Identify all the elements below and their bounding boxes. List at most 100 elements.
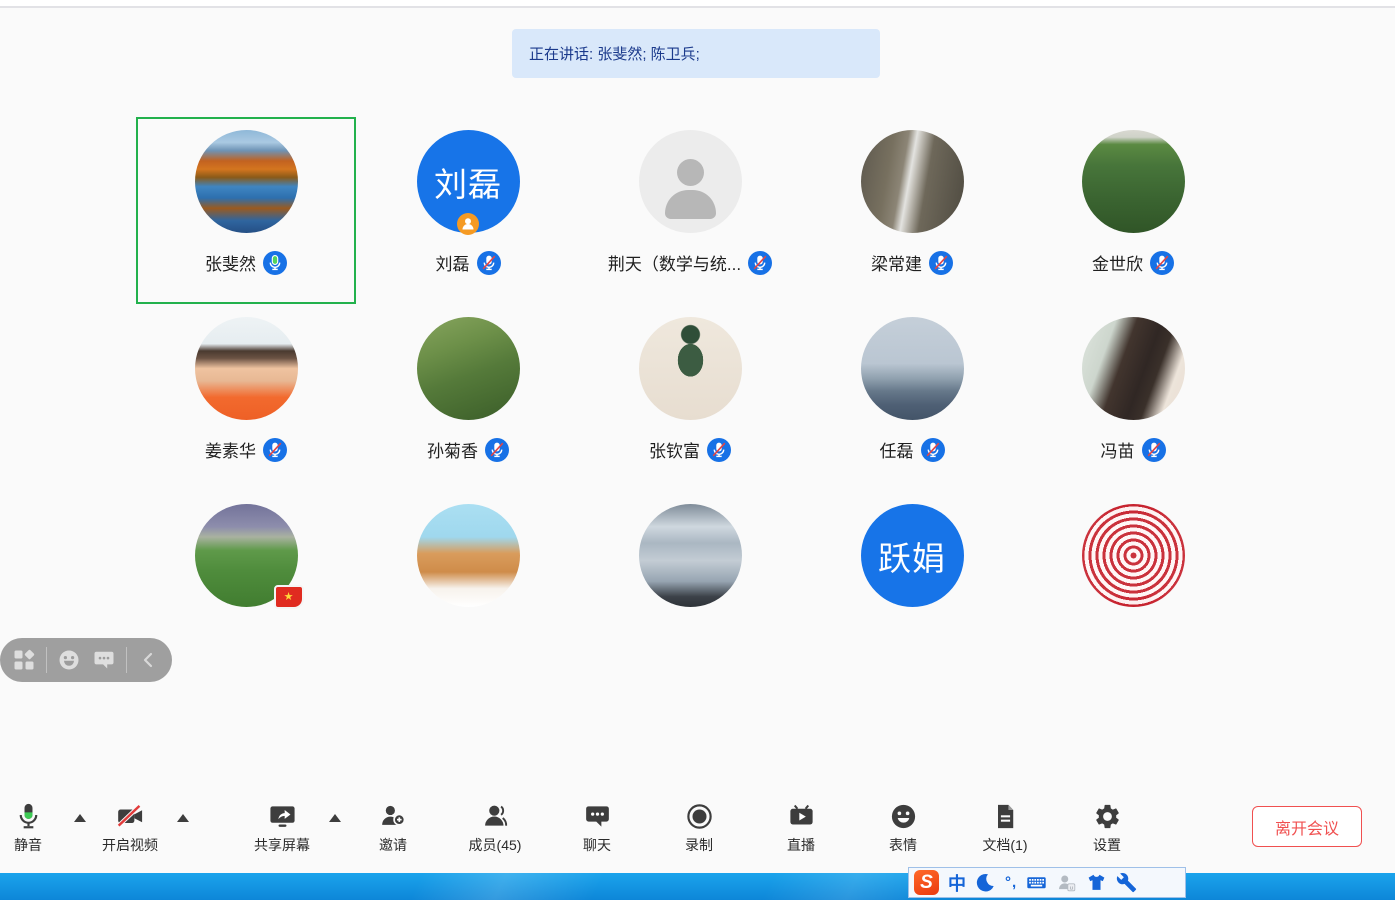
record-button[interactable]: 录制 xyxy=(647,802,751,855)
emoji-button[interactable]: 表情 xyxy=(851,802,955,855)
mic-active-icon xyxy=(263,251,287,275)
participant-tile[interactable] xyxy=(579,504,801,607)
ime-mode-chinese[interactable]: 中 xyxy=(948,870,966,896)
participant-tile[interactable] xyxy=(1022,504,1244,607)
mic-muted-icon xyxy=(477,251,501,275)
avatar-initials: 跃娟 xyxy=(861,504,964,607)
user-dict-icon[interactable]: u xyxy=(1056,872,1077,893)
share-screen-icon xyxy=(268,802,297,831)
leave-meeting-button[interactable]: 离开会议 xyxy=(1252,806,1362,847)
avatar-photo xyxy=(861,130,964,233)
mic-muted-icon xyxy=(707,438,731,462)
mic-muted-icon xyxy=(929,251,953,275)
mic-muted-icon xyxy=(1142,438,1166,462)
participant-avatar[interactable] xyxy=(639,130,742,233)
emoji-label: 表情 xyxy=(851,835,955,855)
participant-name: 姜素华 xyxy=(205,437,256,462)
punctuation-icon[interactable]: °, xyxy=(1005,874,1017,891)
participant-tile[interactable]: 金世欣 xyxy=(1022,130,1244,275)
participant-name: 冯苗 xyxy=(1101,437,1135,462)
invite-button[interactable]: 邀请 xyxy=(341,802,445,855)
window-top-edge xyxy=(0,0,1395,8)
live-label: 直播 xyxy=(749,835,853,855)
chat-bubble-icon[interactable] xyxy=(92,648,116,672)
participant-name: 张斐然 xyxy=(205,250,256,275)
members-label: 成员(45) xyxy=(443,835,547,855)
moon-icon[interactable] xyxy=(975,872,996,893)
participant-tile[interactable]: 跃娟 xyxy=(801,504,1023,607)
chat-label: 聊天 xyxy=(545,835,649,855)
share-screen-button[interactable]: 共享屏幕 xyxy=(230,802,334,855)
record-label: 录制 xyxy=(647,835,751,855)
participant-tile[interactable]: ★ xyxy=(135,504,357,607)
speaking-banner-text: 正在讲话: 张斐然; 陈卫兵; xyxy=(529,43,700,64)
collapse-chevron-icon[interactable] xyxy=(137,648,161,672)
sogou-logo-icon[interactable]: S xyxy=(914,870,939,895)
docs-label: 文档(1) xyxy=(953,835,1057,855)
participant-avatar[interactable] xyxy=(639,317,742,420)
members-icon xyxy=(481,802,510,831)
camera-off-icon xyxy=(116,802,145,831)
participant-tile[interactable]: 刘磊 刘磊 xyxy=(357,130,579,275)
avatar-photo xyxy=(417,317,520,420)
mic-muted-icon xyxy=(485,438,509,462)
record-icon xyxy=(685,802,714,831)
video-options-caret[interactable] xyxy=(177,814,189,822)
participant-avatar[interactable] xyxy=(1082,317,1185,420)
avatar-photo xyxy=(195,130,298,233)
live-tv-icon xyxy=(787,802,816,831)
avatar-photo xyxy=(1082,504,1185,607)
floating-toolbar xyxy=(0,638,172,682)
layout-grid-icon[interactable] xyxy=(12,648,36,672)
participant-avatar[interactable] xyxy=(861,317,964,420)
members-button[interactable]: 成员(45) xyxy=(443,802,547,855)
participant-avatar[interactable] xyxy=(195,130,298,233)
mic-muted-icon xyxy=(1150,251,1174,275)
skin-shirt-icon[interactable] xyxy=(1086,872,1107,893)
share-options-caret[interactable] xyxy=(329,814,341,822)
participant-avatar[interactable]: 刘磊 xyxy=(417,130,520,233)
settings-button[interactable]: 设置 xyxy=(1055,802,1159,855)
avatar-photo xyxy=(1082,130,1185,233)
participant-tile[interactable]: 任磊 xyxy=(801,317,1023,462)
participant-tile[interactable]: 张钦富 xyxy=(579,317,801,462)
mic-muted-icon xyxy=(748,251,772,275)
participant-avatar[interactable] xyxy=(195,317,298,420)
start-video-button[interactable]: 开启视频 xyxy=(78,802,182,855)
mute-label: 静音 xyxy=(0,835,80,855)
settings-label: 设置 xyxy=(1055,835,1159,855)
participant-tile[interactable]: 冯苗 xyxy=(1022,317,1244,462)
share-screen-label: 共享屏幕 xyxy=(230,835,334,855)
participant-avatar[interactable] xyxy=(861,130,964,233)
mute-button[interactable]: 静音 xyxy=(0,802,80,855)
participant-tile[interactable] xyxy=(357,504,579,607)
participant-avatar[interactable] xyxy=(1082,130,1185,233)
participant-tile[interactable]: 姜素华 xyxy=(135,317,357,462)
participant-name: 张钦富 xyxy=(649,437,700,462)
avatar-photo xyxy=(861,317,964,420)
emoji-icon[interactable] xyxy=(57,648,81,672)
avatar-placeholder-person-icon xyxy=(639,130,742,233)
keyboard-icon[interactable] xyxy=(1026,872,1047,893)
participant-tile[interactable]: 张斐然 xyxy=(135,130,357,275)
avatar-photo xyxy=(639,317,742,420)
participant-avatar[interactable] xyxy=(417,317,520,420)
participant-name: 孙菊香 xyxy=(427,437,478,462)
participant-avatar[interactable] xyxy=(639,504,742,607)
live-button[interactable]: 直播 xyxy=(749,802,853,855)
tools-wrench-icon[interactable] xyxy=(1116,872,1137,893)
participant-tile[interactable]: 梁常建 xyxy=(801,130,1023,275)
chat-icon xyxy=(583,802,612,831)
invite-label: 邀请 xyxy=(341,835,445,855)
participant-avatar[interactable] xyxy=(1082,504,1185,607)
avatar-photo xyxy=(195,317,298,420)
participant-avatar[interactable]: ★ xyxy=(195,504,298,607)
speaking-banner: 正在讲话: 张斐然; 陈卫兵; xyxy=(512,29,880,78)
start-video-label: 开启视频 xyxy=(78,835,182,855)
docs-button[interactable]: 文档(1) xyxy=(953,802,1057,855)
participant-tile[interactable]: 孙菊香 xyxy=(357,317,579,462)
chat-button[interactable]: 聊天 xyxy=(545,802,649,855)
participant-avatar[interactable] xyxy=(417,504,520,607)
participant-avatar[interactable]: 跃娟 xyxy=(861,504,964,607)
participant-tile[interactable]: 荆天（数学与统... xyxy=(579,130,801,275)
